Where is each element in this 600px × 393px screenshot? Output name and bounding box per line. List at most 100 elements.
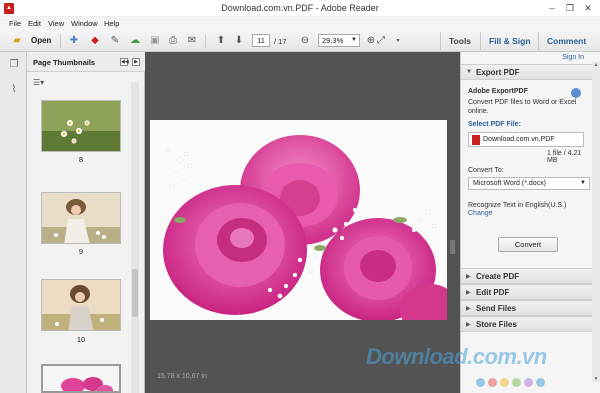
pdf-file-icon <box>472 135 480 145</box>
convert-to-select[interactable]: Microsoft Word (*.docx) ▼ <box>468 177 590 190</box>
next-page-icon[interactable]: ⬇ <box>232 34 246 48</box>
adobe-exportpdf-icon <box>571 88 581 98</box>
watermark-dot <box>500 378 509 387</box>
chevron-down-icon: ▼ <box>466 69 472 75</box>
more-tools-icon[interactable]: ▾ <box>391 34 405 48</box>
edit-pdf-icon[interactable]: ✎ <box>108 34 122 48</box>
menu-bar: File Edit View Window Help <box>0 17 600 30</box>
tab-tools[interactable]: Tools <box>449 36 471 46</box>
thumbnails-panel: Page Thumbnails ◀◀ ▶ ☰▾ 8 9 10 <box>27 52 145 393</box>
menu-file[interactable]: File <box>9 19 21 28</box>
thumbnails-header: Page Thumbnails ◀◀ ▶ <box>27 52 145 72</box>
chevron-down-icon: ▼ <box>580 180 586 186</box>
selected-pdf-file[interactable]: Download.com.vn.PDF <box>468 132 584 147</box>
download-watermark: Download.com.vn <box>366 344 547 369</box>
edit-pdf-panel-header[interactable]: ▶ Edit PDF <box>461 284 600 300</box>
zoom-out-icon[interactable]: ⊖ <box>298 34 312 48</box>
page-total: / 17 <box>274 37 287 46</box>
document-view[interactable]: 15,78 x 10,67 in <box>145 52 460 393</box>
minimize-button[interactable]: – <box>545 2 559 14</box>
select-pdf-file-label[interactable]: Select PDF File: <box>468 121 521 128</box>
page-thumbnails-icon[interactable]: ❐ <box>8 59 20 71</box>
open-folder-icon[interactable]: ▰ <box>10 34 24 48</box>
thumbnail-page-8[interactable] <box>41 100 121 152</box>
task-pane: Sign In ▼ Export PDF Adobe ExportPDF Con… <box>460 52 600 393</box>
service-description: online. <box>468 108 489 115</box>
send-files-label: Send Files <box>476 304 517 313</box>
thumbnails-scrollbar[interactable] <box>131 82 139 393</box>
thumbnails-title: Page Thumbnails <box>33 58 96 67</box>
close-button[interactable]: ✕ <box>581 2 595 14</box>
window-title: Download.com.vn.PDF - Adobe Reader <box>221 3 379 13</box>
create-pdf-label: Create PDF <box>476 272 520 281</box>
scrollbar-thumb[interactable] <box>132 269 138 317</box>
menu-view[interactable]: View <box>48 19 64 28</box>
attachments-icon[interactable]: ⌇ <box>8 84 20 96</box>
scroll-up-icon[interactable]: ▲ <box>592 62 600 68</box>
watermark-dots <box>476 378 548 389</box>
export-pdf-icon[interactable]: ◆ <box>88 34 102 48</box>
edit-pdf-label: Edit PDF <box>476 288 510 297</box>
thumbnail-page-10[interactable] <box>41 279 121 331</box>
tab-divider <box>538 32 539 50</box>
thumbnail-page-11[interactable] <box>41 364 121 393</box>
watermark-dot <box>524 378 533 387</box>
chevron-right-icon: ▶ <box>466 274 471 280</box>
pink-roses-image <box>150 120 447 320</box>
tab-divider <box>440 32 441 50</box>
file-name: Download.com.vn.PDF <box>483 136 555 143</box>
create-pdf-panel-header[interactable]: ▶ Create PDF <box>461 268 600 284</box>
send-files-panel-header[interactable]: ▶ Send Files <box>461 300 600 316</box>
toolbar-divider <box>60 34 61 48</box>
chevron-right-icon: ▶ <box>466 290 471 296</box>
store-files-label: Store Files <box>476 320 517 329</box>
page-number-input[interactable]: 11 <box>252 34 270 47</box>
file-count: 1 file / 4.21 MB <box>547 150 582 164</box>
convert-button[interactable]: Convert <box>498 237 558 252</box>
save-icon[interactable]: ▣ <box>148 34 162 48</box>
zoom-value: 29,3% <box>322 36 344 45</box>
expand-panel-icon[interactable]: ▶ <box>132 58 140 66</box>
menu-window[interactable]: Window <box>71 19 98 28</box>
create-pdf-icon[interactable]: ✚ <box>67 34 81 48</box>
thumbnail-number: 9 <box>78 247 84 256</box>
sign-in-link[interactable]: Sign In <box>562 54 584 61</box>
menu-help[interactable]: Help <box>104 19 119 28</box>
chevron-right-icon: ▶ <box>466 306 471 312</box>
tab-divider <box>480 32 481 50</box>
open-button[interactable]: Open <box>31 36 51 45</box>
email-icon[interactable]: ✉ <box>185 34 199 48</box>
thumbnail-number: 8 <box>78 155 84 164</box>
menu-edit[interactable]: Edit <box>28 19 41 28</box>
service-title: Adobe ExportPDF <box>468 88 528 95</box>
fit-page-icon[interactable]: ⤢ <box>374 34 388 48</box>
export-pdf-label: Export PDF <box>476 68 520 77</box>
roses-thumbnail-image <box>43 366 119 391</box>
chevron-right-icon: ▶ <box>466 322 471 328</box>
task-pane-scrollbar[interactable]: ▲ ▼ <box>592 62 600 382</box>
watermark-dot <box>488 378 497 387</box>
pane-splitter-handle[interactable] <box>450 240 455 254</box>
print-icon[interactable]: ⎙ <box>166 34 180 48</box>
restore-button[interactable]: ❐ <box>563 2 577 14</box>
thumbnail-page-9[interactable] <box>41 192 121 244</box>
scroll-down-icon[interactable]: ▼ <box>592 376 600 382</box>
cloud-upload-icon[interactable]: ☁ <box>128 34 142 48</box>
previous-page-icon[interactable]: ⬆ <box>214 34 228 48</box>
convert-to-value: Microsoft Word (*.docx) <box>473 180 546 187</box>
tab-comment[interactable]: Comment <box>547 36 586 46</box>
recognize-text-label: Recognize Text in English(U.S.) <box>468 202 567 209</box>
collapse-panel-icon[interactable]: ◀◀ <box>120 58 129 66</box>
thumbnail-options-icon[interactable]: ☰▾ <box>33 78 44 87</box>
store-files-panel-header[interactable]: ▶ Store Files <box>461 316 600 332</box>
portrait-thumbnail-image <box>42 193 120 243</box>
export-pdf-panel-header[interactable]: ▼ Export PDF <box>461 64 600 80</box>
change-language-link[interactable]: Change <box>468 210 493 217</box>
title-bar: ▲ Download.com.vn.PDF - Adobe Reader – ❐… <box>0 0 600 17</box>
pdf-page <box>150 120 447 320</box>
tab-fill-sign[interactable]: Fill & Sign <box>489 36 531 46</box>
watermark-dot <box>512 378 521 387</box>
portrait-thumbnail-image <box>42 280 120 330</box>
service-description: Convert PDF files to Word or Excel <box>468 99 577 106</box>
zoom-select[interactable]: 29,3% ▼ <box>318 34 360 47</box>
